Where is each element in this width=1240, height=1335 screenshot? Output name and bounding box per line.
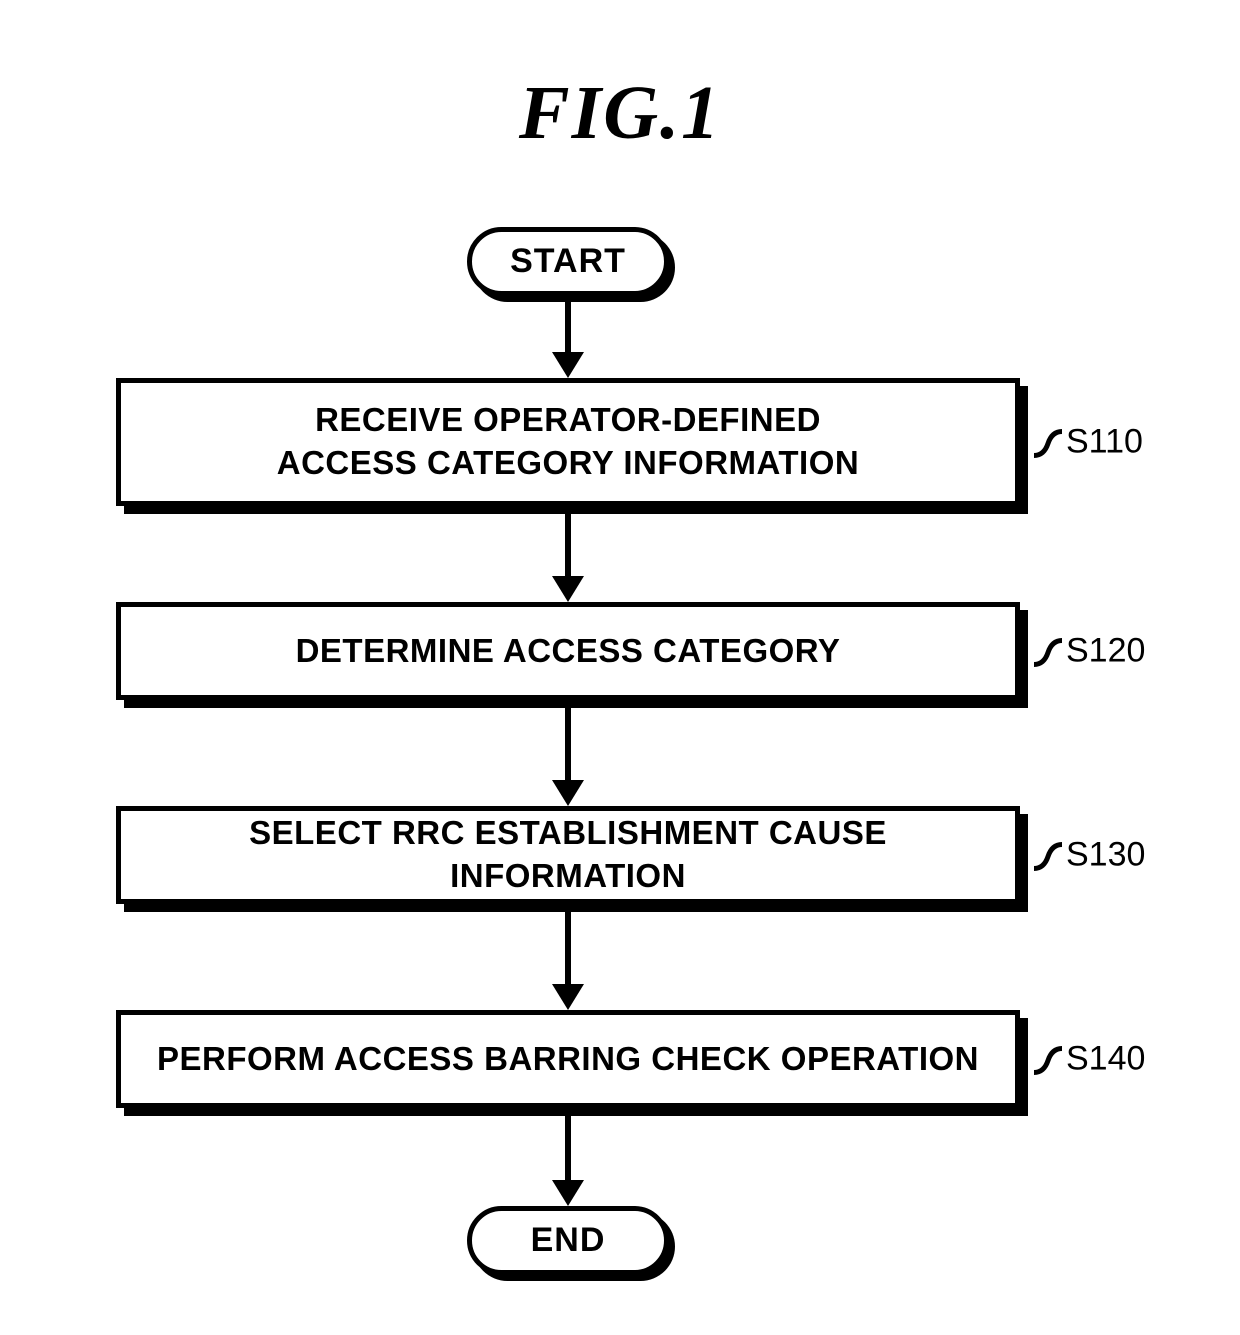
arrow-shaft — [565, 700, 571, 780]
process-box-s120: DETERMINE ACCESS CATEGORY — [116, 602, 1020, 700]
arrow-head-icon — [552, 576, 584, 602]
arrow-head-icon — [552, 352, 584, 378]
process-text-s110: RECEIVE OPERATOR-DEFINEDACCESS CATEGORY … — [116, 378, 1020, 506]
step-id-text: S120 — [1066, 631, 1145, 669]
start-label: START — [467, 227, 669, 296]
leader-line-icon — [1034, 1043, 1062, 1079]
process-box-s140: PERFORM ACCESS BARRING CHECK OPERATION — [116, 1010, 1020, 1108]
arrow-head-icon — [552, 984, 584, 1010]
end-label: END — [467, 1206, 669, 1275]
leader-line-icon — [1034, 426, 1062, 462]
process-text-s120: DETERMINE ACCESS CATEGORY — [116, 602, 1020, 700]
step-s110: RECEIVE OPERATOR-DEFINEDACCESS CATEGORY … — [116, 378, 1020, 506]
start-terminator: START — [467, 227, 669, 296]
step-id-s120: S120 — [1034, 631, 1145, 670]
process-text-s140: PERFORM ACCESS BARRING CHECK OPERATION — [116, 1010, 1020, 1108]
step-id-s140: S140 — [1034, 1039, 1145, 1078]
process-box-s130: SELECT RRC ESTABLISHMENT CAUSE INFORMATI… — [116, 806, 1020, 904]
process-text-s130: SELECT RRC ESTABLISHMENT CAUSE INFORMATI… — [116, 806, 1020, 904]
step-id-s130: S130 — [1034, 835, 1145, 874]
page: FIG.1 START RECEIVE OPERATOR-DEFINEDACCE… — [0, 0, 1240, 1335]
step-s130: SELECT RRC ESTABLISHMENT CAUSE INFORMATI… — [116, 806, 1020, 904]
arrow-shaft — [565, 296, 571, 352]
arrow-s110-to-s120 — [552, 506, 584, 602]
arrow-shaft — [565, 904, 571, 984]
step-s120: DETERMINE ACCESS CATEGORY S120 — [116, 602, 1020, 700]
flowchart: START RECEIVE OPERATOR-DEFINEDACCESS CAT… — [116, 227, 1020, 1275]
arrow-shaft — [565, 506, 571, 576]
step-id-text: S110 — [1066, 422, 1143, 460]
step-id-text: S140 — [1066, 1039, 1145, 1077]
arrow-start-to-s110 — [552, 296, 584, 378]
arrow-head-icon — [552, 1180, 584, 1206]
leader-line-icon — [1034, 635, 1062, 671]
arrow-s120-to-s130 — [552, 700, 584, 806]
arrow-shaft — [565, 1108, 571, 1180]
arrow-s130-to-s140 — [552, 904, 584, 1010]
process-box-s110: RECEIVE OPERATOR-DEFINEDACCESS CATEGORY … — [116, 378, 1020, 506]
arrow-head-icon — [552, 780, 584, 806]
step-id-text: S130 — [1066, 835, 1145, 873]
step-s140: PERFORM ACCESS BARRING CHECK OPERATION S… — [116, 1010, 1020, 1108]
leader-line-icon — [1034, 839, 1062, 875]
end-terminator: END — [467, 1206, 669, 1275]
figure-title: FIG.1 — [0, 70, 1240, 157]
arrow-s140-to-end — [552, 1108, 584, 1206]
step-id-s110: S110 — [1034, 422, 1143, 461]
